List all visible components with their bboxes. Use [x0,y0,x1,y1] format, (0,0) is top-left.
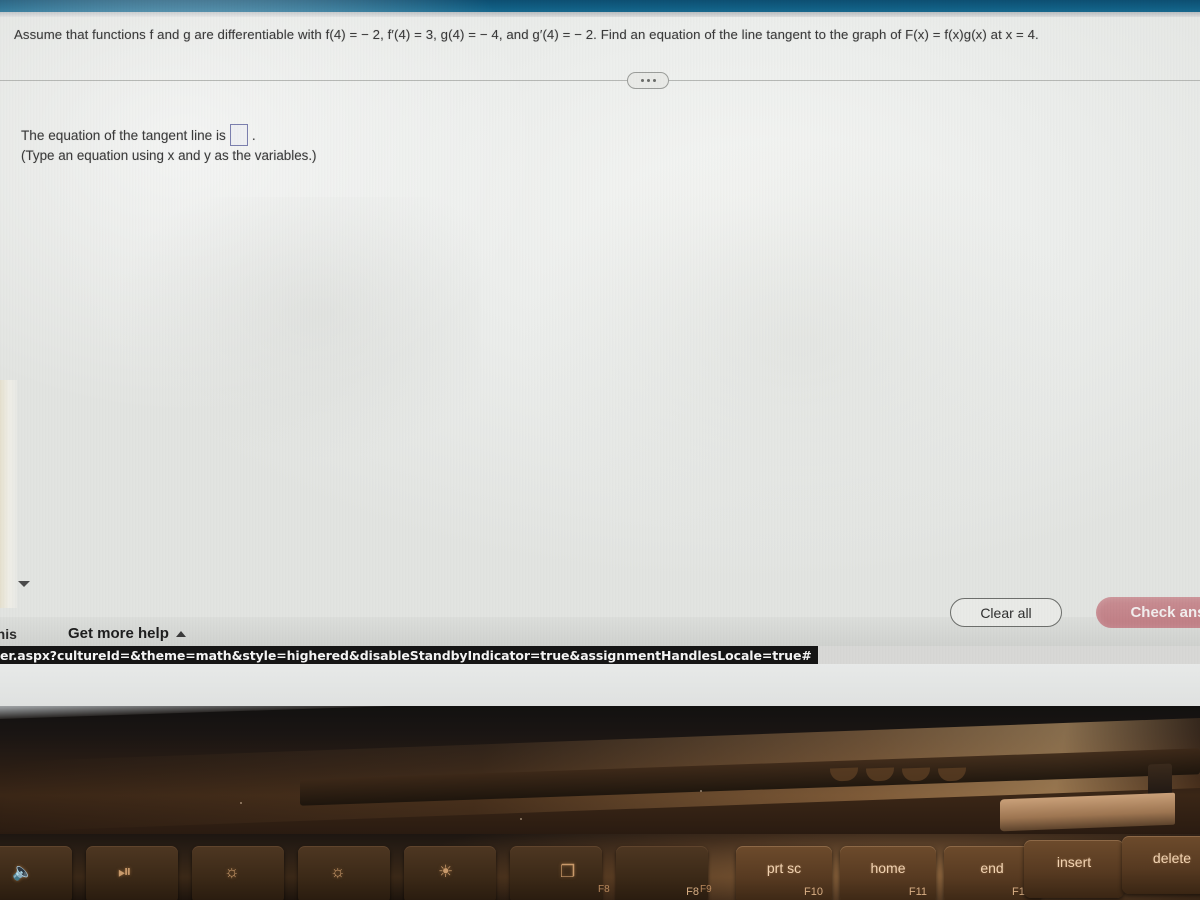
key-prt-sc[interactable]: prt sc F10 [736,846,832,900]
windows-taskbar: W P 3 10/ [0,664,1200,706]
key-play-pause[interactable] [86,846,178,900]
brightness-up-icon: ☀ [438,862,454,881]
more-options-button[interactable] [627,72,669,89]
answer-input[interactable] [229,124,248,146]
key-brightness-up[interactable] [510,846,602,900]
caret-up-icon [175,630,186,637]
browser-status-url: er.aspx?cultureId=&theme=math&style=high… [0,646,818,664]
assignment-page [0,0,1200,625]
footer-partial-text[interactable]: this [0,626,17,642]
key-f8-display[interactable]: F8 [616,846,708,900]
clear-all-button[interactable]: Clear all [950,598,1062,627]
key-prt-sc-label: prt sc [766,860,802,876]
key-insert[interactable]: insert [1024,840,1124,898]
scroll-down-arrow-icon[interactable] [18,578,30,590]
dust-speck [520,818,522,820]
laptop-screen: Assume that functions f and g are differ… [0,0,1200,706]
key-home-fn: F11 [908,886,927,898]
answer-prompt-row: The equation of the tangent line is . [21,124,256,146]
key-home[interactable]: home F11 [840,846,936,900]
key-delete-label: delete [1152,850,1192,866]
section-divider [0,80,1200,81]
hinge-plate [1000,792,1175,832]
screen-glare-left [0,0,560,427]
project-display-icon: ❐ [560,862,576,881]
laptop-photo: Assume that functions f and g are differ… [0,0,1200,900]
answer-period: . [251,127,256,143]
play-pause-icon: ⏯ [118,862,132,881]
laptop-bezel [0,706,1200,834]
answer-hint-text: (Type an equation using x and y as the v… [21,148,317,163]
key-end-label: end [980,860,1004,876]
speaker-icon: 🔈 [12,862,34,881]
key-f8-fn-label: F8 [686,886,699,898]
problem-statement: Assume that functions f and g are differ… [14,27,1039,42]
dust-speck [240,802,242,804]
screen-glare-center [120,197,480,457]
ellipsis-dot-1 [640,79,644,82]
ellipsis-dot-2 [646,79,650,82]
key-label-f8: F8 [598,884,610,895]
key-insert-label: insert [1056,854,1092,870]
key-label-f9: F9 [700,884,712,895]
get-more-help-label: Get more help [68,625,169,642]
get-more-help-button[interactable]: Get more help [68,625,186,642]
screen-bottom-edge [0,706,1200,719]
answer-prompt-label: The equation of the tangent line is [21,127,226,143]
screen-glare-right [520,137,1080,557]
key-home-label: home [870,860,906,876]
vertical-scrollbar-track[interactable] [0,380,17,608]
dust-speck [700,790,702,792]
ellipsis-dot-3 [652,79,656,82]
key-delete[interactable]: delete [1122,836,1200,894]
key-volume[interactable] [0,846,72,900]
brightness-down-icon: ☼ [330,862,346,881]
check-answer-button[interactable]: Check ans [1096,597,1200,628]
keyboard-backlight-icon: ☼ [224,862,240,881]
key-prt-sc-fn: F10 [804,886,823,898]
